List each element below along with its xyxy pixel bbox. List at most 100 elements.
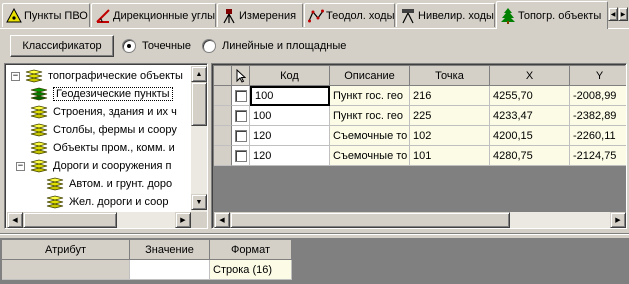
- attr-cell-format[interactable]: Строка (16): [210, 260, 292, 280]
- cell-x[interactable]: 4233,47: [490, 106, 570, 126]
- row-checkbox[interactable]: [234, 149, 247, 162]
- tree-item-railways[interactable]: Жел. дороги и соор: [45, 193, 168, 211]
- traverse-icon: [308, 9, 324, 22]
- tree-scroll-up-icon[interactable]: ▲: [191, 66, 207, 82]
- grid-hscroll-thumb[interactable]: [230, 212, 510, 228]
- tree-item-geodetic-points[interactable]: Геодезические пункты: [29, 85, 173, 103]
- cell-value: 100: [255, 90, 274, 102]
- cell-desc[interactable]: Пункт гос. гео: [330, 86, 410, 106]
- attr-cell-value[interactable]: [130, 260, 210, 280]
- tree-item-auto-roads[interactable]: Автом. и грунт. доро: [45, 175, 172, 193]
- tab-scroll-right-icon[interactable]: ▶: [618, 7, 628, 21]
- grid-header-description[interactable]: Описание: [330, 66, 410, 86]
- cell-point[interactable]: 225: [410, 106, 490, 126]
- cell-x[interactable]: 4280,75: [490, 146, 570, 166]
- tab-pvo-points[interactable]: Пункты ПВО: [2, 3, 90, 27]
- tab-theodolite-traverses[interactable]: Теодол. ходы: [304, 3, 395, 27]
- tree-item-poles-towers[interactable]: Столбы, фермы и соору: [29, 121, 177, 139]
- row-checkbox[interactable]: [234, 89, 247, 102]
- cell-point[interactable]: 102: [410, 126, 490, 146]
- layers-icon: [46, 195, 64, 209]
- collapse-icon[interactable]: −: [16, 161, 25, 171]
- row-checkbox[interactable]: [234, 129, 247, 142]
- attr-cell-text: Строка (16): [213, 263, 273, 276]
- cell-x[interactable]: 4255,70: [490, 86, 570, 106]
- tab-leveling-traverses[interactable]: Нивелир. ходы: [396, 3, 495, 27]
- cell-code[interactable]: 120: [250, 146, 330, 166]
- row-indicator[interactable]: [214, 106, 232, 126]
- grid-scroll-left-icon[interactable]: ◀: [214, 212, 230, 228]
- radio-linear-circle[interactable]: [202, 39, 216, 53]
- layers-icon: [46, 177, 64, 191]
- grid-header-point[interactable]: Точка: [410, 66, 490, 86]
- tree-item-buildings[interactable]: Строения, здания и их ч: [29, 103, 177, 121]
- cell-y[interactable]: -2260,11: [570, 126, 626, 146]
- tree-item-label: Автом. и грунт. доро: [69, 178, 173, 190]
- objects-grid[interactable]: Код Описание Точка X Y 100 Пункт гос. гео 216 42…: [211, 63, 627, 229]
- tree-item-topographic-objects[interactable]: − топографические объекты: [11, 67, 183, 85]
- row-indicator[interactable]: [214, 126, 232, 146]
- attributes-grid[interactable]: Атрибут Значение Формат Строка (16): [0, 238, 629, 284]
- tree-scroll-right-icon[interactable]: ▶: [175, 212, 191, 228]
- cell-value: -2124,75: [573, 149, 617, 162]
- cell-code[interactable]: 100: [250, 106, 330, 126]
- collapse-icon[interactable]: −: [11, 71, 20, 81]
- classifier-tree[interactable]: − топографические объекты Геодезические пу…: [4, 63, 208, 229]
- row-checkbox-cell[interactable]: [232, 106, 250, 126]
- tree-scroll-left-icon[interactable]: ◀: [7, 212, 23, 228]
- grid-header-x[interactable]: X: [490, 66, 570, 86]
- tree-hscroll-thumb[interactable]: [23, 212, 117, 228]
- cell-value: 101: [413, 149, 432, 162]
- tree-vscroll-thumb[interactable]: [191, 82, 207, 126]
- radio-linear[interactable]: Линейные и площадные: [202, 39, 346, 53]
- tab-scroll-left-icon[interactable]: ◀: [608, 7, 618, 21]
- cell-value: 216: [413, 89, 432, 102]
- tab-label: Нивелир. ходы: [418, 9, 494, 22]
- grid-header-y[interactable]: Y: [570, 66, 626, 86]
- tree-scroll-corner: [191, 212, 207, 228]
- cell-value: Пункт гос. гео: [333, 109, 404, 122]
- radio-point-circle[interactable]: [122, 39, 136, 53]
- tree-item-label: Жел. дороги и соор: [69, 196, 169, 208]
- attr-header-value[interactable]: Значение: [130, 240, 210, 260]
- cell-y[interactable]: -2382,89: [570, 106, 626, 126]
- cell-point[interactable]: 101: [410, 146, 490, 166]
- attr-cell-attribute[interactable]: [2, 260, 130, 280]
- grid-header-label: X: [525, 69, 534, 82]
- tree-item-roads[interactable]: − Дороги и сооружения п: [16, 157, 171, 175]
- cell-value: 4233,47: [493, 109, 533, 122]
- cell-code[interactable]: 100: [250, 86, 330, 106]
- tab-topographic-objects[interactable]: Топогр. объекты: [496, 1, 608, 29]
- cell-desc[interactable]: Съемочные то: [330, 146, 410, 166]
- tree-item-industrial-objects[interactable]: Объекты пром., комм. и: [29, 139, 175, 157]
- tree-scroll-down-icon[interactable]: ▼: [191, 194, 207, 210]
- cell-y[interactable]: -2124,75: [570, 146, 626, 166]
- attr-header-attribute[interactable]: Атрибут: [2, 240, 130, 260]
- classifier-button[interactable]: Классификатор: [10, 35, 114, 57]
- cell-value: Съемочные то: [333, 149, 408, 162]
- row-checkbox-cell[interactable]: [232, 146, 250, 166]
- cell-y[interactable]: -2008,99: [570, 86, 626, 106]
- row-checkbox-cell[interactable]: [232, 126, 250, 146]
- tab-measurements[interactable]: Измерения: [217, 3, 303, 27]
- cell-value: -2382,89: [573, 109, 617, 122]
- cell-code[interactable]: 120: [250, 126, 330, 146]
- cell-point[interactable]: 216: [410, 86, 490, 106]
- grid-header-code[interactable]: Код: [250, 66, 330, 86]
- row-indicator[interactable]: [214, 146, 232, 166]
- cursor-icon: [236, 68, 246, 83]
- row-checkbox-cell[interactable]: [232, 86, 250, 106]
- tab-label: Теодол. ходы: [326, 9, 395, 22]
- cell-x[interactable]: 4200,15: [490, 126, 570, 146]
- radio-point[interactable]: Точечные: [122, 39, 191, 53]
- splitter[interactable]: [0, 233, 629, 235]
- attr-header-format[interactable]: Формат: [210, 240, 292, 260]
- grid-scroll-right-icon[interactable]: ▶: [610, 212, 626, 228]
- cell-desc[interactable]: Пункт гос. гео: [330, 106, 410, 126]
- cell-value: -2260,11: [573, 129, 616, 142]
- row-indicator[interactable]: [214, 86, 232, 106]
- row-checkbox[interactable]: [234, 109, 247, 122]
- cell-desc[interactable]: Съемочные то: [330, 126, 410, 146]
- tab-label: Пункты ПВО: [24, 9, 88, 22]
- tab-directional-angles[interactable]: Дирекционные углы: [91, 3, 216, 27]
